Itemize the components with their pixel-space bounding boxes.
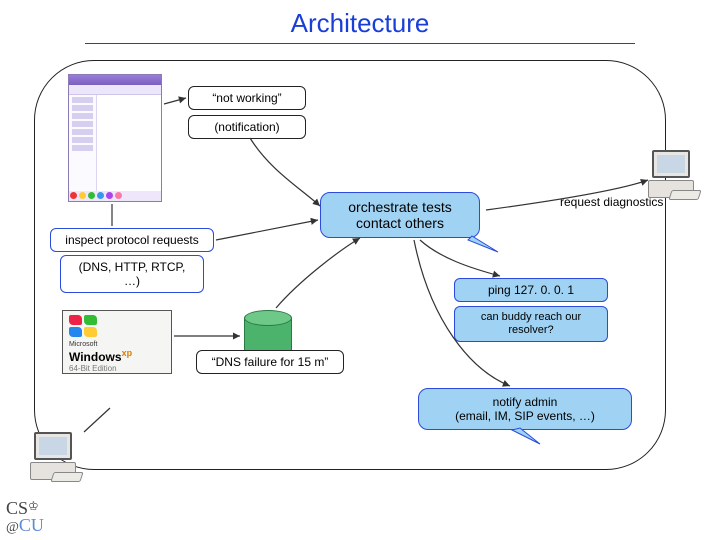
crown-icon: ♔ bbox=[28, 499, 39, 513]
label-inspect-protocol: inspect protocol requests bbox=[50, 228, 214, 252]
label-ping: ping 127. 0. 0. 1 bbox=[454, 278, 608, 302]
speech-orchestrate-line1: orchestrate tests bbox=[331, 199, 469, 215]
browser-screenshot bbox=[68, 74, 162, 202]
diagram-canvas: “not working” (notification) inspect pro… bbox=[0, 0, 720, 540]
label-not-working: “not working” bbox=[188, 86, 306, 110]
label-buddy: can buddy reach our resolver? bbox=[454, 306, 608, 342]
footer-at: @ bbox=[6, 520, 19, 535]
windows-flag-icon bbox=[69, 315, 99, 339]
footer-logo: CS♔ @CU bbox=[6, 500, 44, 534]
computer-icon-bottom bbox=[30, 432, 86, 484]
label-inspect-protocol-detail: (DNS, HTTP, RTCP, …) bbox=[60, 255, 204, 293]
windows-brand-prefix: Microsoft bbox=[69, 341, 165, 348]
speech-notify-admin: notify admin (email, IM, SIP events, …) bbox=[418, 388, 632, 430]
speech-orchestrate: orchestrate tests contact others bbox=[320, 192, 480, 238]
windows-logo: Microsoft Windowsxp 64-Bit Edition bbox=[62, 310, 172, 374]
footer-cu: CU bbox=[19, 515, 44, 535]
label-notification: (notification) bbox=[188, 115, 306, 139]
speech-orchestrate-line2: contact others bbox=[331, 215, 469, 231]
windows-brand: Windowsxp bbox=[69, 348, 165, 364]
computer-icon-right bbox=[648, 150, 704, 202]
label-dns-failure: “DNS failure for 15 m” bbox=[196, 350, 344, 374]
windows-edition: 64-Bit Edition bbox=[69, 364, 165, 373]
